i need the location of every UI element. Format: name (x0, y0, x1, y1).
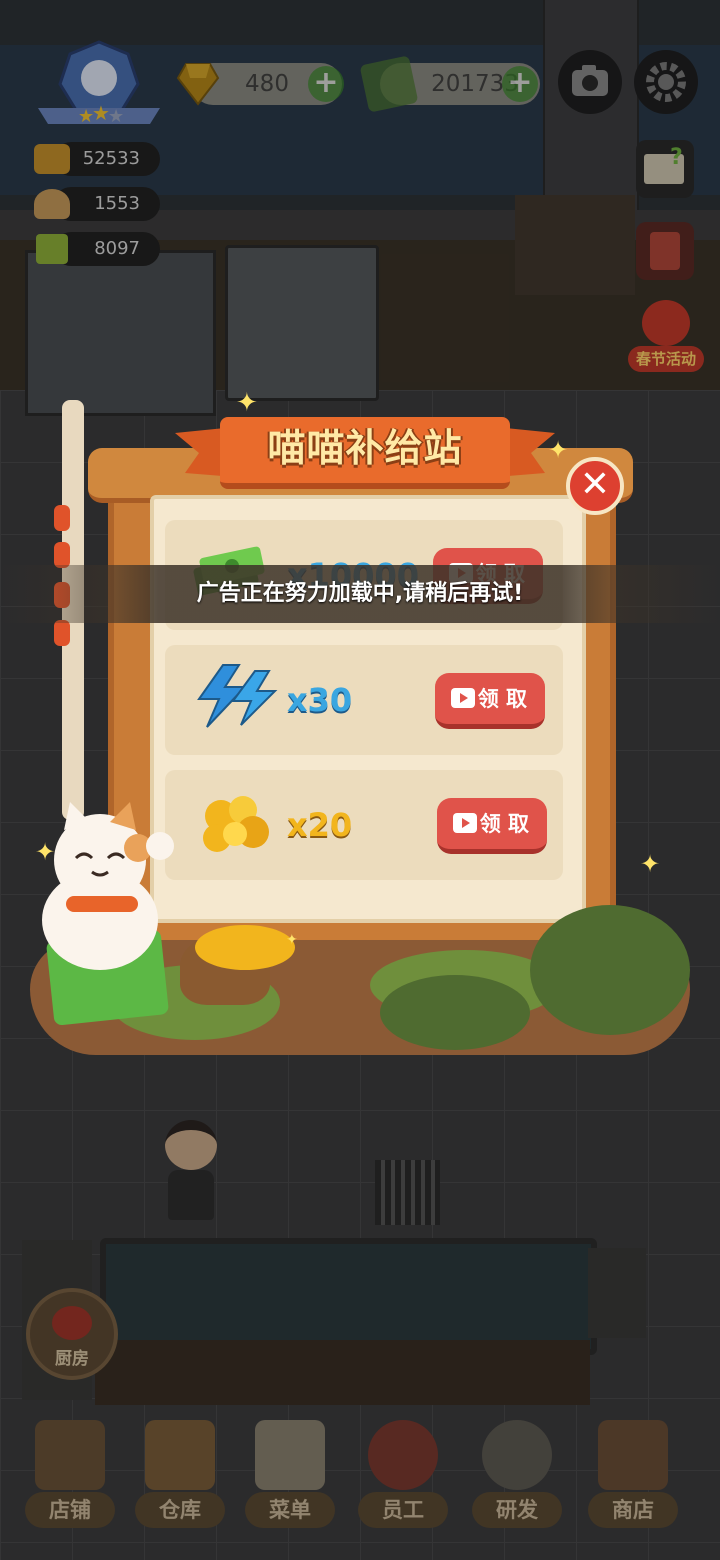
lucky-cat-mascot (30, 800, 175, 970)
sparkle-icon: ✦ (236, 388, 258, 418)
popup-title: 喵喵补给站 (267, 426, 463, 470)
bush (530, 905, 690, 1035)
gold-nuggets-icon (191, 786, 281, 858)
lightning-energy-icon (193, 663, 281, 729)
claim-gold-button[interactable]: 领 取 (437, 798, 547, 854)
title-ribbon: 喵喵补给站 (175, 405, 555, 489)
video-ad-icon (451, 688, 475, 708)
reward-qty-energy: x30 (287, 681, 353, 719)
reward-qty-gold: x20 (287, 806, 353, 844)
lantern-icon (54, 505, 70, 531)
claim-energy-button[interactable]: 领 取 (435, 673, 545, 729)
bush (380, 975, 530, 1050)
close-button[interactable]: ✕ (566, 457, 624, 515)
sparkle-icon: ✦ (286, 932, 298, 948)
toast-message: 广告正在努力加载中,请稍后再试! (196, 581, 524, 606)
lantern-icon (54, 620, 70, 646)
reward-row-gold: x20 领 取 (165, 770, 563, 880)
reward-row-energy: x30 领 取 (165, 645, 563, 755)
claim-label: 领 取 (477, 687, 527, 711)
sparkle-icon: ✦ (548, 436, 569, 464)
gold-pile-icon (195, 925, 295, 970)
sparkle-icon: ✦ (640, 850, 661, 878)
lucky-cat-icon (42, 802, 174, 970)
claim-label: 领 取 (479, 812, 529, 836)
video-ad-icon (453, 813, 477, 833)
sparkle-icon: ✦ (35, 838, 56, 866)
